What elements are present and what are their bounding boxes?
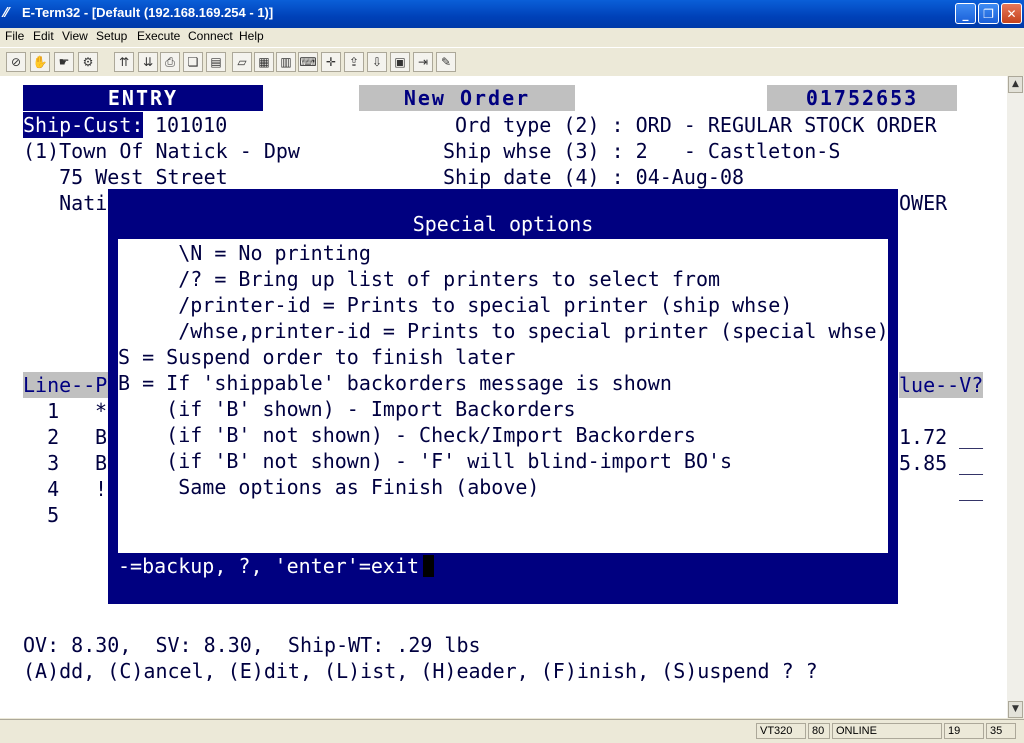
option-line: /? = Bring up list of printers to select… (118, 267, 721, 291)
minimize-button[interactable]: _ (955, 3, 976, 24)
line-input[interactable]: __ (959, 476, 983, 502)
print-icon[interactable]: ⎙ (160, 52, 180, 72)
header-right-partial: OWER (899, 191, 948, 215)
app-icon: ⁄⁄ (4, 6, 9, 21)
menu-edit[interactable]: Edit (33, 29, 54, 43)
option-line: Same options as Finish (above) (118, 475, 540, 499)
line-flag: ! (95, 477, 108, 501)
columns-status: 80 (808, 723, 830, 739)
line-value: 5.85 (899, 451, 948, 475)
send-icon[interactable]: ⇈ (114, 52, 134, 72)
lines-header-left: Line--P (23, 372, 117, 398)
line-flag: B (95, 451, 108, 475)
menu-connect[interactable]: Connect (188, 29, 233, 43)
ship-cust-label: Ship-Cust: (23, 112, 144, 138)
download-icon[interactable]: ⇩ (367, 52, 387, 72)
scroll-up-icon[interactable]: ▲ (1008, 76, 1023, 93)
address-line1: 75 West Street (23, 165, 228, 189)
option-line: B = If 'shippable' backorders message is… (118, 371, 672, 395)
option-line: (if 'B' not shown) - 'F' will blind-impo… (118, 449, 733, 473)
exit-icon[interactable]: ⇥ (413, 52, 433, 72)
option-line: S = Suspend order to finish later (118, 345, 516, 369)
mode-label: ENTRY (23, 85, 263, 111)
connection-status: ONLINE (832, 723, 942, 739)
command-prompt[interactable]: (A)dd, (C)ancel, (E)dit, (L)ist, (H)eade… (23, 658, 818, 684)
option-line: /whse,printer-id = Prints to special pri… (118, 319, 889, 343)
dialog-footer-text: -=backup, ?, 'enter'=exit (118, 554, 420, 578)
screen-title: New Order (359, 85, 575, 111)
line-num: 4 (23, 477, 60, 501)
ship-whse: Ship whse (3) : 2 - Castleton-S (443, 139, 841, 163)
line-num: 5 (23, 503, 60, 527)
line-input[interactable]: __ (959, 450, 983, 476)
cursor-row-status: 19 (944, 723, 984, 739)
script-icon[interactable]: ▣ (390, 52, 410, 72)
copy-icon[interactable]: ❏ (183, 52, 203, 72)
receive-icon[interactable]: ⇊ (138, 52, 158, 72)
cursor-col-status: 35 (986, 723, 1016, 739)
restore-button[interactable]: ❐ (978, 3, 999, 24)
line-flag: B (95, 425, 108, 449)
line-input[interactable]: __ (959, 424, 983, 450)
toolbar: ⊘ ✋ ☛ ⚙ ⇈ ⇊ ⎙ ❏ ▤ ▱ ▦ ▥ ⌨ ✛ ⇪ ⇩ ▣ ⇥ ✎ (0, 47, 1024, 77)
window-title: E-Term32 - [Default (192.168.169.254 - 1… (22, 5, 274, 20)
target-icon[interactable]: ✛ (321, 52, 341, 72)
status-bar: VT320 80 ONLINE 19 35 (0, 719, 1024, 743)
emulation-status: VT320 (756, 723, 806, 739)
vertical-scrollbar[interactable]: ▲ ▼ (1007, 76, 1024, 718)
option-line: \N = No printing (118, 241, 371, 265)
order-totals: OV: 8.30, SV: 8.30, Ship-WT: .29 lbs (23, 633, 481, 657)
transfer-icon[interactable]: ⇪ (344, 52, 364, 72)
special-options-dialog: Special options \N = No printing /? = Br… (108, 189, 898, 604)
line-num: 1 (23, 399, 60, 423)
clear-icon[interactable]: ▱ (232, 52, 252, 72)
line-num: 2 (23, 425, 60, 449)
option-line: (if 'B' shown) - Import Backorders (118, 397, 576, 421)
title-bar: ⁄⁄ E-Term32 - [Default (192.168.169.254 … (0, 0, 1024, 28)
ship-cust-field[interactable]: 101010 (155, 112, 227, 138)
dialog-footer[interactable]: -=backup, ?, 'enter'=exit (118, 553, 888, 579)
ship-date: Ship date (4) : 04-Aug-08 (443, 165, 745, 189)
line-value: 1.72 (899, 425, 948, 449)
connect-icon[interactable]: ☛ (54, 52, 74, 72)
lines-header-right: lue--V? (899, 372, 984, 398)
line-flag: * (95, 399, 108, 423)
keyboard-icon[interactable]: ⌨ (298, 52, 318, 72)
menu-view[interactable]: View (62, 29, 88, 43)
settings-icon[interactable]: ⚙ (78, 52, 98, 72)
order-number: 01752653 (767, 85, 957, 111)
hand-icon[interactable]: ✋ (30, 52, 50, 72)
option-line: (if 'B' not shown) - Check/Import Backor… (118, 423, 696, 447)
menu-setup[interactable]: Setup (96, 29, 127, 43)
line-num: 3 (23, 451, 60, 475)
menu-bar: File Edit View Setup Execute Connect Hel… (0, 28, 1024, 46)
text-cursor (423, 555, 435, 577)
disconnect-icon[interactable]: ⊘ (6, 52, 26, 72)
option-line: /printer-id = Prints to special printer … (118, 293, 793, 317)
scroll-down-icon[interactable]: ▼ (1008, 701, 1023, 718)
menu-execute[interactable]: Execute (137, 29, 180, 43)
pen-icon[interactable]: ✎ (436, 52, 456, 72)
menu-file[interactable]: File (5, 29, 24, 43)
capture-icon[interactable]: ▦ (254, 52, 274, 72)
address-line2: Nati (23, 191, 108, 215)
customer-name: (1)Town Of Natick - Dpw (23, 139, 300, 163)
ord-type: Ord type (2) : ORD - REGULAR STOCK ORDER (455, 113, 937, 137)
menu-help[interactable]: Help (239, 29, 264, 43)
terminal-screen[interactable]: ENTRY New Order 01752653 Ship-Cust: 1010… (0, 76, 1007, 718)
paste-icon[interactable]: ▤ (206, 52, 226, 72)
close-button[interactable]: ✕ (1001, 3, 1022, 24)
log-icon[interactable]: ▥ (276, 52, 296, 72)
dialog-title: Special options (412, 212, 594, 236)
